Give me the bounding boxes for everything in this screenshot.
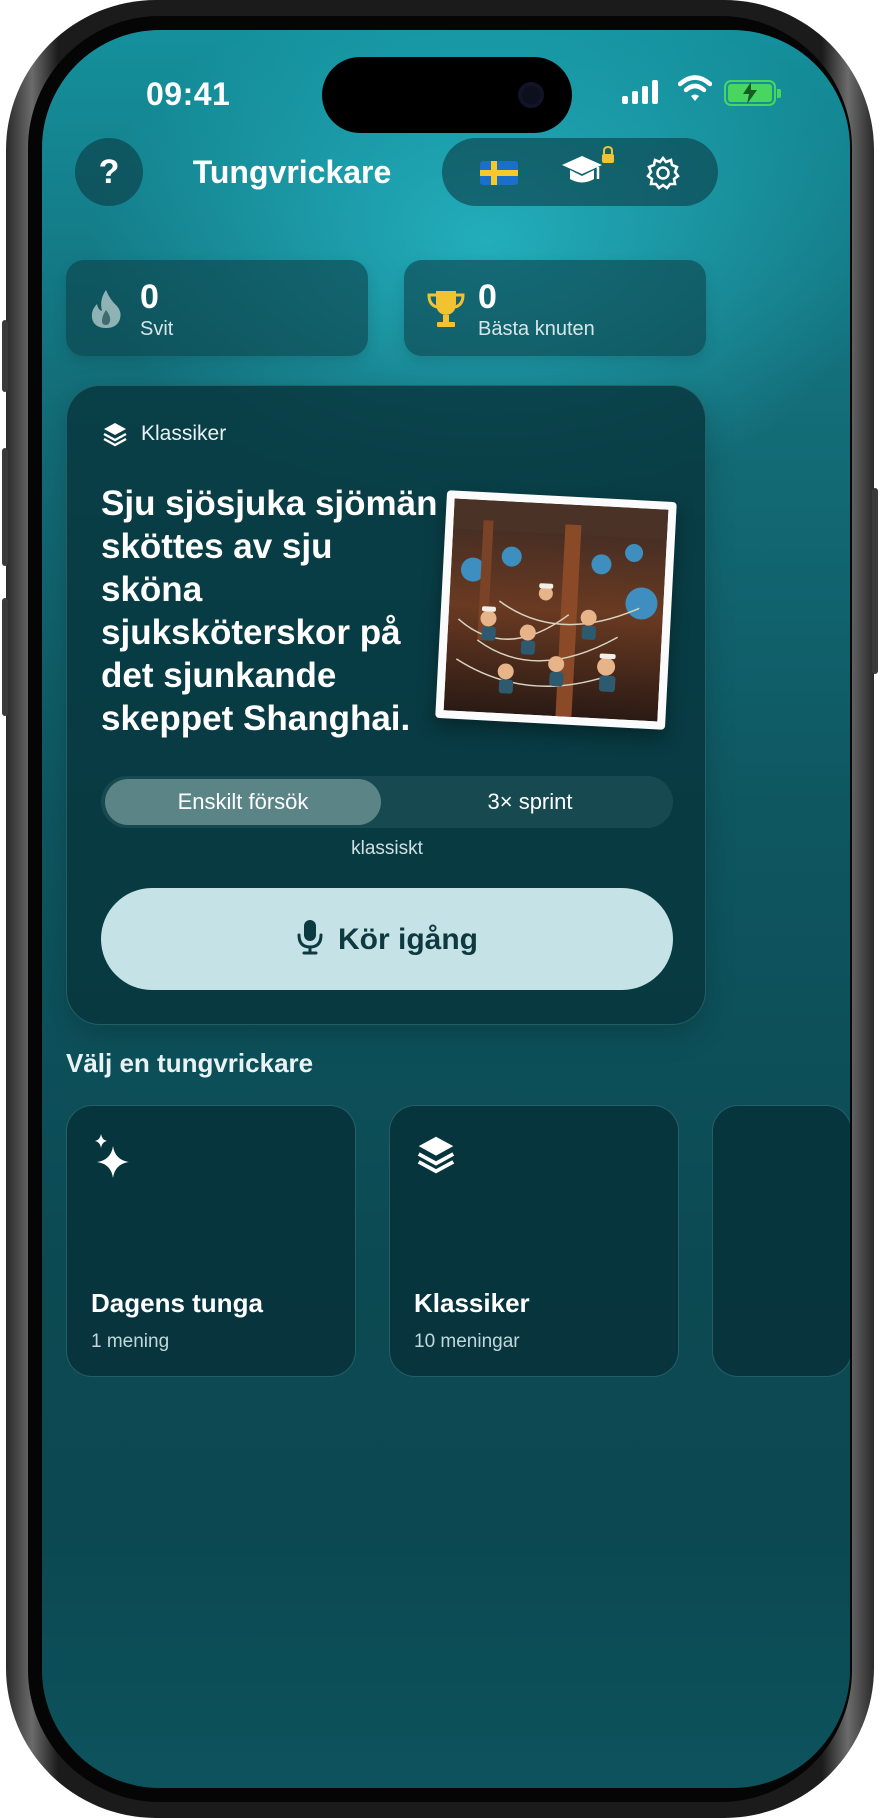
sparkles-icon [95,1134,129,1178]
start-button[interactable]: Kör igång [101,888,673,990]
status-bar: 09:41 [42,30,850,140]
swedish-flag-icon[interactable] [480,161,518,185]
camera-icon [518,82,544,108]
tile-daily[interactable]: Dagens tunga 1 mening [66,1105,356,1377]
phone-frame: 09:41 ? Tungvrickare 0 Svit 0 Bästa knut… [2,0,878,1818]
mode-selector: Enskilt försök 3× sprint [101,776,673,828]
app-title: Tungvrickare [192,154,392,190]
streak-label: Svit [140,318,174,340]
layers-icon [103,423,127,447]
trophy-icon [427,291,465,327]
tile-next-peek[interactable] [712,1105,850,1377]
illustration-photo [435,490,677,730]
graduation-cap-icon[interactable] [560,152,604,190]
tile-classics-count: 10 meningar [414,1331,520,1352]
volume-down-button [2,598,8,716]
mode-single-attempt[interactable]: Enskilt försök [105,779,381,825]
dynamic-island [322,57,572,133]
picker-heading: Välj en tungvrickare [66,1048,314,1078]
battery-icon [724,80,781,106]
best-stat: 0 Bästa knuten [404,260,706,356]
streak-value: 0 [140,278,159,316]
help-button[interactable]: ? [75,138,143,206]
side-button [872,488,878,674]
start-button-label: Kör igång [338,923,478,957]
screen: 09:41 ? Tungvrickare 0 Svit 0 Bästa knut… [42,30,850,1788]
tile-daily-count: 1 mening [91,1331,170,1352]
featured-category: Klassiker [141,422,227,445]
streak-stat: 0 Svit [66,260,368,356]
action-button [2,320,8,392]
best-label: Bästa knuten [478,318,595,340]
tile-daily-name: Dagens tunga [91,1288,263,1318]
status-time: 09:41 [146,76,231,112]
tile-classics-name: Klassiker [414,1288,530,1318]
microphone-icon [297,920,323,955]
tile-classics[interactable]: Klassiker 10 meningar [389,1105,679,1377]
header-actions [442,138,718,206]
mode-caption: klassiskt [351,838,423,859]
featured-sentence: Sju sjösjuka sjömän sköttes av sju sköna… [101,484,438,738]
lock-icon [602,146,614,163]
flame-icon [91,290,121,328]
gear-icon[interactable] [644,154,682,192]
featured-card: Klassiker Sju sjösjuka sjömän sköttes av… [66,385,706,1025]
best-value: 0 [478,278,497,316]
layers-icon [417,1136,455,1174]
mode-sprint[interactable]: 3× sprint [387,776,673,828]
wifi-icon [678,75,712,101]
volume-up-button [2,448,8,566]
